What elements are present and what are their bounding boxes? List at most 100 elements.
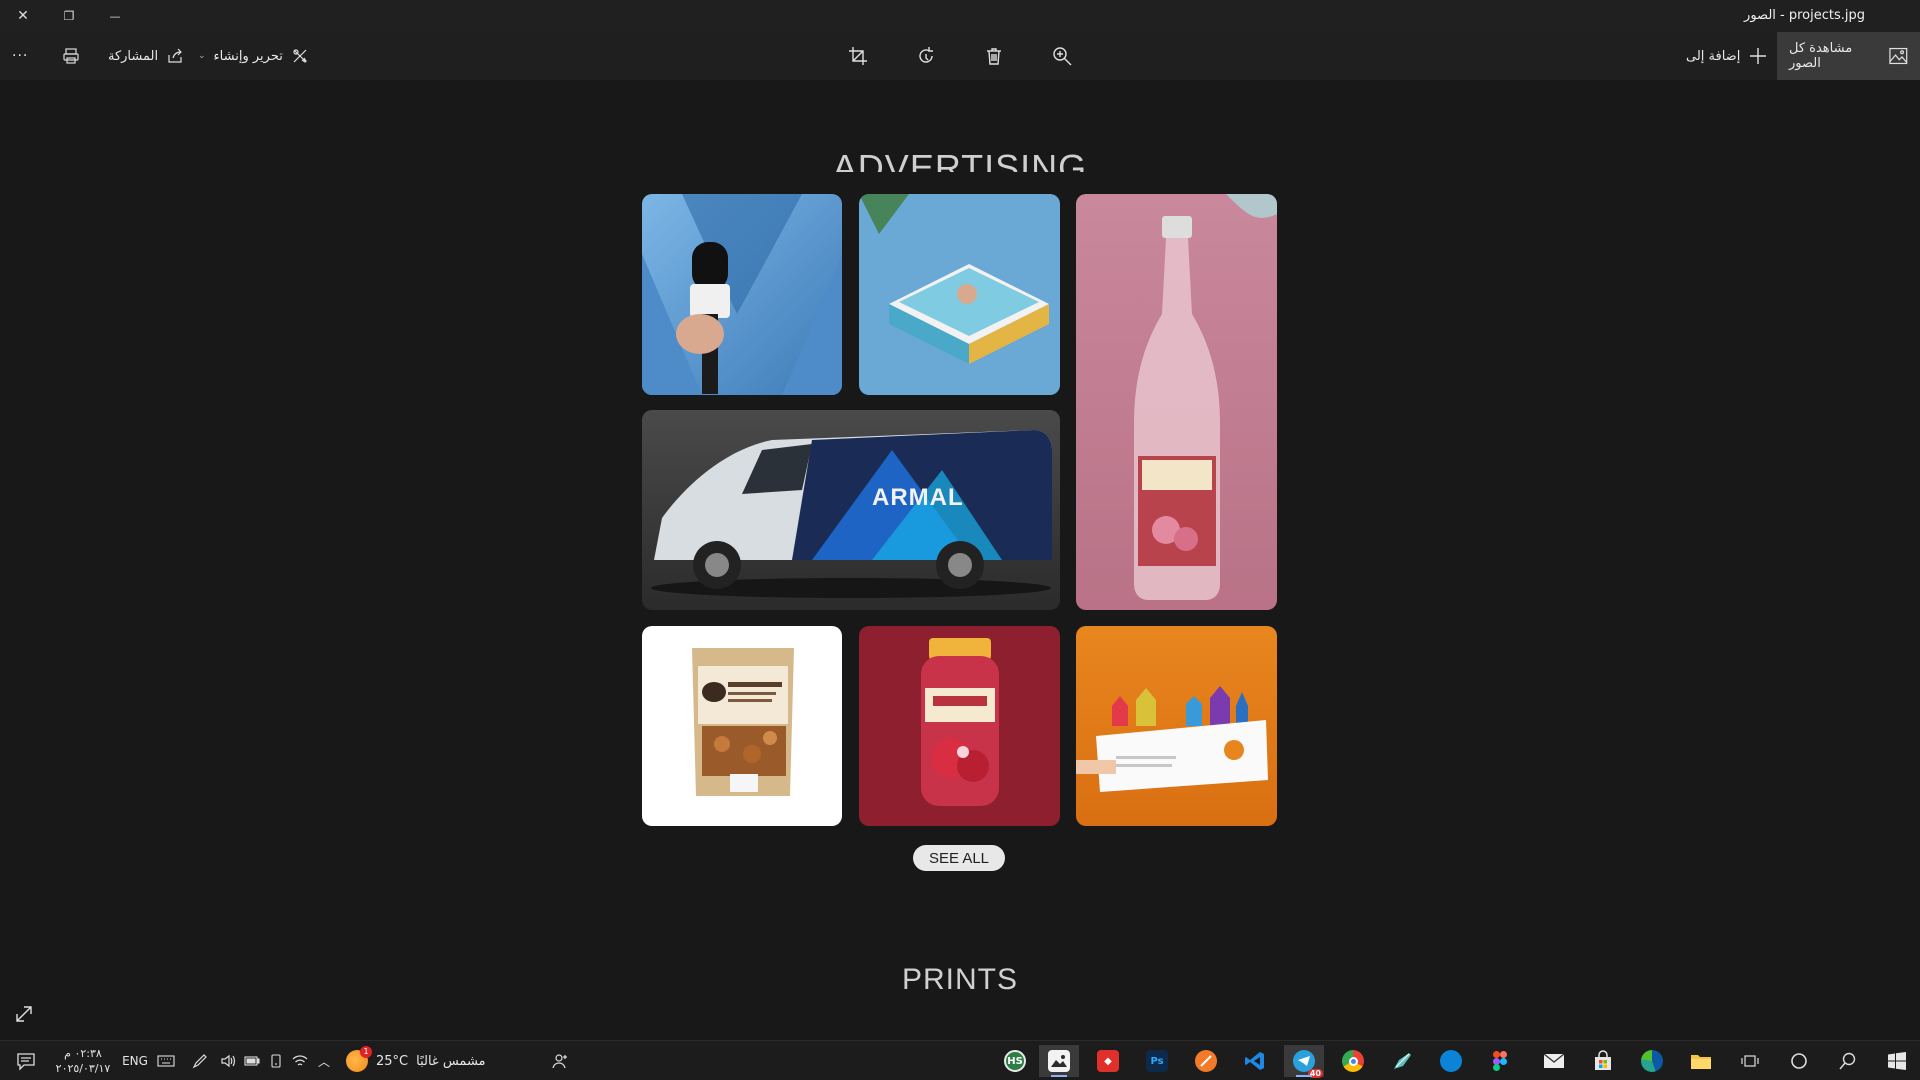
trash-icon bbox=[987, 48, 1001, 65]
device-indicator[interactable] bbox=[266, 1041, 286, 1080]
zoom-button[interactable] bbox=[1052, 32, 1072, 80]
displayed-image: ADVERTISING DESIGN bbox=[0, 80, 1920, 1040]
start-button[interactable] bbox=[1877, 1045, 1917, 1077]
taskbar-app-figma[interactable] bbox=[1480, 1045, 1520, 1077]
pen-app-icon bbox=[1391, 1050, 1413, 1072]
weather-temperature: 25°C bbox=[376, 1053, 409, 1069]
add-to-button[interactable]: إضافة إلى bbox=[1686, 32, 1768, 80]
chevron-down-icon: ⌄ bbox=[198, 51, 206, 61]
network-indicator[interactable] bbox=[290, 1041, 310, 1080]
language-indicator[interactable]: ENG bbox=[120, 1041, 150, 1080]
chevron-up-icon: ︿ bbox=[317, 1054, 330, 1069]
taskbar-app-photos[interactable] bbox=[1039, 1045, 1079, 1077]
date-text: ٢٠٢٥/٠٣/١٧ bbox=[55, 1062, 111, 1075]
clock[interactable]: ٠٢:٣٨ م ٢٠٢٥/٠٣/١٧ bbox=[50, 1041, 116, 1080]
more-button[interactable]: ··· bbox=[12, 32, 36, 80]
search-icon bbox=[1839, 1052, 1856, 1070]
crop-icon bbox=[849, 47, 867, 65]
taskbar-app-telegram[interactable]: 40 bbox=[1284, 1045, 1324, 1078]
time-text: ٠٢:٣٨ م bbox=[64, 1047, 102, 1060]
add-to-label: إضافة إلى bbox=[1686, 48, 1741, 64]
device-icon bbox=[271, 1054, 281, 1068]
delete-button[interactable] bbox=[984, 32, 1004, 80]
image-heading: ADVERTISING DESIGN bbox=[832, 147, 1088, 172]
pen-icon bbox=[192, 1054, 207, 1069]
image-viewer-canvas[interactable]: ADVERTISING DESIGN bbox=[0, 80, 1920, 1040]
edit-create-button[interactable]: ⌄ تحرير وإنشاء bbox=[198, 32, 309, 80]
business-card-mockup bbox=[1076, 626, 1277, 826]
close-icon: ✕ bbox=[17, 8, 29, 24]
wifi-icon bbox=[292, 1055, 308, 1066]
taskbar-app-edge-legacy[interactable] bbox=[1431, 1045, 1471, 1077]
people-button[interactable] bbox=[548, 1041, 572, 1080]
taskbar-app-swift[interactable] bbox=[1186, 1045, 1226, 1077]
chrome-icon bbox=[1342, 1050, 1364, 1072]
print-button[interactable] bbox=[62, 32, 80, 80]
more-icon: ··· bbox=[12, 48, 29, 64]
window-title: الصور - projects.jpg bbox=[1744, 8, 1865, 23]
battery-indicator[interactable] bbox=[242, 1041, 262, 1080]
weather-widget[interactable]: 1 25°C مشمس غالبًا bbox=[346, 1041, 506, 1080]
jar-mockup bbox=[859, 626, 1060, 826]
fullscreen-button[interactable] bbox=[12, 1002, 36, 1026]
edit-create-icon bbox=[293, 49, 307, 63]
store-icon bbox=[1592, 1050, 1614, 1072]
weather-badge: 1 bbox=[360, 1046, 372, 1058]
close-button[interactable]: ✕ bbox=[0, 0, 46, 32]
see-all-button: SEE ALL bbox=[913, 845, 1005, 871]
taskbar-app-chrome[interactable] bbox=[1333, 1045, 1373, 1077]
taskbar-app-store[interactable] bbox=[1583, 1045, 1623, 1077]
taskbar-app-mail[interactable] bbox=[1534, 1045, 1574, 1077]
volume-button[interactable] bbox=[216, 1041, 240, 1080]
share-icon bbox=[168, 48, 182, 63]
taskbar-app-anydesk[interactable]: ◆ bbox=[1088, 1045, 1128, 1077]
notification-center-button[interactable] bbox=[8, 1041, 44, 1080]
people-icon bbox=[552, 1054, 567, 1069]
cortana-button[interactable] bbox=[1779, 1045, 1819, 1077]
minimize-button[interactable]: — bbox=[92, 0, 138, 32]
hs-app-icon: HS bbox=[1004, 1050, 1026, 1072]
share-button[interactable]: المشاركة bbox=[108, 32, 184, 80]
box-packaging-mockup bbox=[859, 194, 1060, 395]
rotate-icon bbox=[919, 47, 933, 63]
taskbar-app-vscode[interactable] bbox=[1235, 1045, 1275, 1077]
edge-legacy-icon bbox=[1440, 1050, 1462, 1072]
touch-keyboard-button[interactable] bbox=[154, 1041, 178, 1080]
restore-icon: ❐ bbox=[63, 9, 75, 23]
figma-icon bbox=[1489, 1050, 1511, 1072]
task-view-icon bbox=[1741, 1055, 1759, 1067]
microphone-mockup bbox=[642, 194, 842, 395]
minimize-icon: — bbox=[109, 9, 121, 23]
telegram-icon: 40 bbox=[1293, 1050, 1323, 1078]
anydesk-icon: ◆ bbox=[1097, 1050, 1119, 1072]
show-hidden-icons-button[interactable]: ︿ bbox=[314, 1041, 334, 1080]
mail-icon bbox=[1543, 1050, 1565, 1072]
van-brand-text: ARMAL bbox=[872, 484, 964, 511]
expand-icon bbox=[16, 1006, 32, 1022]
task-view-button[interactable] bbox=[1730, 1045, 1770, 1077]
taskbar-app-edge[interactable] bbox=[1632, 1045, 1672, 1077]
taskbar: ٠٢:٣٨ م ٢٠٢٥/٠٣/١٧ ENG ︿ 1 25°C مشمس غال… bbox=[0, 1040, 1920, 1080]
image-icon bbox=[1889, 47, 1908, 65]
view-all-photos-button[interactable]: مشاهدة كل الصور bbox=[1777, 32, 1920, 80]
taskbar-app-file-explorer[interactable] bbox=[1681, 1045, 1721, 1077]
taskbar-app-pen[interactable] bbox=[1382, 1045, 1422, 1077]
rotate-button[interactable] bbox=[916, 32, 936, 80]
taskbar-app-photoshop[interactable]: Ps bbox=[1137, 1045, 1177, 1077]
print-icon bbox=[63, 48, 79, 64]
plus-icon bbox=[1750, 48, 1767, 64]
windows-logo-icon bbox=[1888, 1052, 1906, 1070]
weather-sun-icon: 1 bbox=[346, 1046, 372, 1072]
search-button[interactable] bbox=[1828, 1045, 1868, 1077]
zoom-in-icon bbox=[1053, 47, 1072, 66]
pen-workspace-button[interactable] bbox=[188, 1041, 212, 1080]
photoshop-icon: Ps bbox=[1146, 1050, 1168, 1072]
restore-button[interactable]: ❐ bbox=[46, 0, 92, 32]
van-branding-mockup: ARMAL bbox=[642, 410, 1060, 610]
cortana-icon bbox=[1791, 1053, 1807, 1069]
crop-button[interactable] bbox=[848, 32, 868, 80]
battery-icon bbox=[244, 1056, 260, 1066]
taskbar-app-hs[interactable]: HS bbox=[995, 1045, 1035, 1077]
command-bar: ··· المشاركة ⌄ تحرير وإنشاء إضافة إلى مش… bbox=[0, 32, 1920, 80]
bottle-mockup bbox=[1076, 194, 1277, 610]
